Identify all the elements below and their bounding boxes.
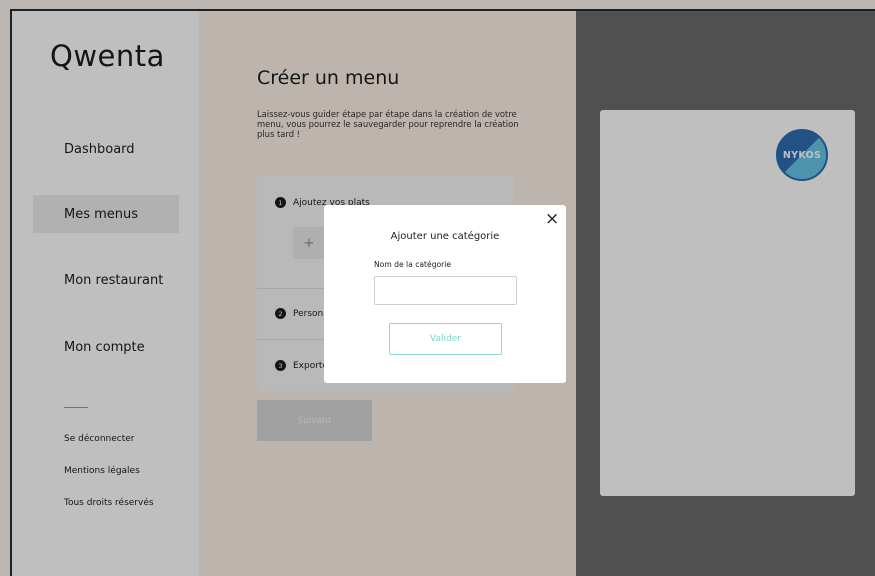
validate-button[interactable]: Valider [389, 323, 502, 355]
modal-title: Ajouter une catégorie [390, 231, 500, 242]
category-name-label: Nom de la catégorie [374, 260, 452, 269]
add-category-modal: × Ajouter une catégorie Nom de la catégo… [324, 205, 566, 383]
close-icon[interactable]: × [545, 211, 559, 228]
category-name-input[interactable] [374, 276, 517, 305]
